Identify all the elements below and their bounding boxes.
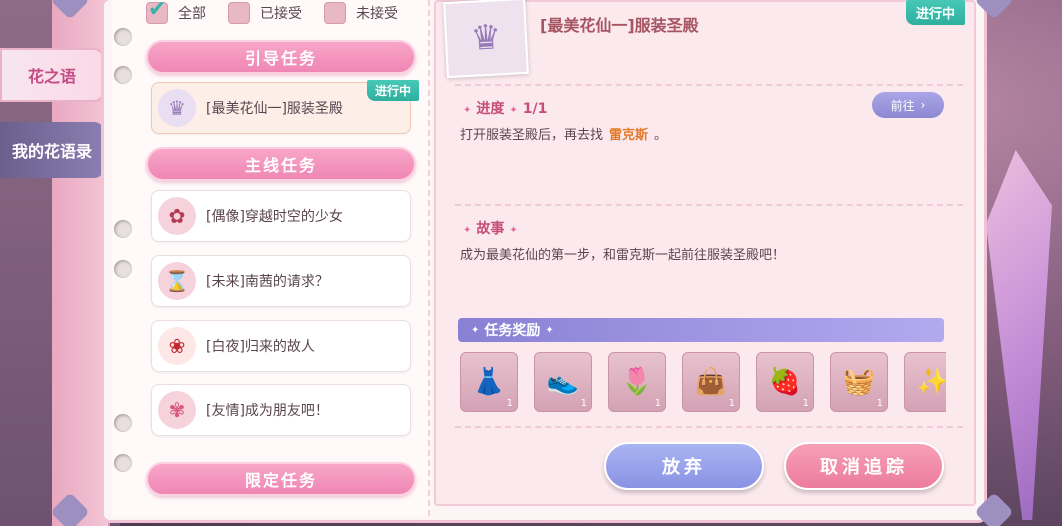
story-text: 成为最美花仙的第一步，和雷克斯一起前往服装圣殿吧！	[460, 248, 786, 263]
task-item-main[interactable]: ❀ [白夜]归来的故人	[151, 320, 411, 372]
crown-icon: ♛	[158, 89, 196, 127]
tab-my-flower-records[interactable]: 我的花语录	[0, 122, 104, 178]
rewards-label: 任务奖励	[484, 323, 541, 339]
divider	[455, 204, 963, 206]
section-guide[interactable]: 引导任务	[146, 40, 416, 74]
tulip-icon: 🌷	[620, 367, 654, 397]
task-title: [友情]成为朋友吧！	[206, 403, 329, 419]
checkbox-checked-icon[interactable]	[146, 0, 168, 24]
flower-icon: ✿	[158, 197, 196, 235]
task-item-main[interactable]: ✿ [偶像]穿越时空的少女	[151, 190, 411, 242]
story-label-text: 故事	[476, 221, 505, 237]
progress-text-end: 。	[654, 128, 668, 143]
reward-qty: 1	[580, 398, 587, 409]
section-limited[interactable]: 限定任务	[146, 462, 416, 496]
reward-item[interactable]: 👜 1	[682, 352, 740, 412]
hourglass-icon: ⌛	[158, 262, 196, 300]
filter-all[interactable]: 全部	[146, 0, 206, 24]
task-item-guide[interactable]: ♛ [最美花仙一]服装圣殿 进行中	[151, 80, 419, 134]
npc-name: 雷克斯	[609, 128, 649, 143]
untrack-button[interactable]: 取消追踪	[784, 442, 944, 490]
section-main[interactable]: 主线任务	[146, 147, 416, 181]
reward-item[interactable]: 🧺 1	[830, 352, 888, 412]
progress-label: ✦ 进度 ✦ 1/1	[458, 98, 547, 118]
ring-hole	[114, 454, 132, 472]
task-title: [未来]南茜的请求？	[206, 274, 329, 290]
chevron-right-icon: ›	[920, 98, 926, 112]
tab-flower-language[interactable]: 花之语	[0, 48, 104, 102]
task-title: [最美花仙一]服装圣殿	[206, 101, 343, 117]
rewards-header: ✦ 任务奖励 ✦	[458, 318, 944, 342]
star-icon: ✦	[545, 324, 554, 336]
star-icon: ✦	[463, 225, 472, 236]
reward-qty: 1	[728, 398, 735, 409]
task-item-main[interactable]: ✾ [友情]成为朋友吧！	[151, 384, 411, 436]
star-icon: ✦	[463, 105, 472, 116]
filter-label: 全部	[178, 6, 206, 22]
filter-label: 未接受	[356, 6, 398, 22]
goto-button[interactable]: 前往 ›	[872, 92, 944, 118]
reward-item[interactable]: 👗 1	[460, 352, 518, 412]
star-icon: ✦	[471, 324, 480, 336]
sparkle-icon: ✨	[916, 367, 946, 397]
story-label: ✦ 故事 ✦	[458, 218, 523, 238]
in-progress-badge: 进行中	[906, 0, 966, 25]
ring-hole	[114, 66, 132, 84]
ring-hole	[114, 220, 132, 238]
reward-item[interactable]: 🌷 1	[608, 352, 666, 412]
progress-label-text: 进度	[476, 101, 505, 117]
reward-item[interactable]: 🍓 1	[756, 352, 814, 412]
filter-accepted[interactable]: 已接受	[228, 2, 302, 24]
shoes-icon: 👟	[546, 367, 580, 397]
star-icon: ✦	[509, 105, 518, 116]
in-progress-badge: 进行中	[366, 80, 419, 101]
abandon-button[interactable]: 放弃	[604, 442, 764, 490]
strawberry-icon: 🍓	[768, 367, 802, 397]
reward-qty: 1	[654, 398, 661, 409]
reward-item[interactable]: 👟 1	[534, 352, 592, 412]
task-title: [白夜]归来的故人	[206, 339, 315, 355]
reward-list: 👗 1 👟 1 🌷 1 👜 1 🍓 1 🧺 1 ✨	[460, 352, 946, 412]
task-title: [偶像]穿越时空的少女	[206, 209, 343, 225]
reward-qty: 1	[876, 398, 883, 409]
filter-bar: 全部 已接受 未接受	[146, 0, 398, 24]
ring-hole	[114, 28, 132, 46]
reward-item[interactable]: ✨	[904, 352, 946, 412]
progress-description: 打开服装圣殿后，再去找 雷克斯。	[460, 124, 667, 143]
basket-icon: 🧺	[842, 367, 876, 397]
pink-flower-icon: ✾	[158, 391, 196, 429]
checkbox-icon[interactable]	[324, 2, 346, 24]
divider	[455, 84, 963, 86]
reward-qty: 1	[506, 398, 513, 409]
ring-hole	[114, 414, 132, 432]
progress-value: 1/1	[522, 101, 548, 117]
filter-label: 已接受	[260, 6, 302, 22]
dress-icon: 👗	[472, 367, 506, 397]
progress-text: 打开服装圣殿后，再去找	[460, 128, 604, 143]
task-item-main[interactable]: ⌛ [未来]南茜的请求？	[151, 255, 411, 307]
bag-icon: 👜	[694, 367, 728, 397]
detail-title: [最美花仙一]服装圣殿	[540, 16, 699, 35]
crown-icon: ♛	[443, 0, 529, 79]
red-flower-icon: ❀	[158, 327, 196, 365]
filter-not-accepted[interactable]: 未接受	[324, 2, 398, 24]
divider	[455, 426, 963, 428]
checkbox-icon[interactable]	[228, 2, 250, 24]
ring-hole	[114, 260, 132, 278]
reward-qty: 1	[802, 398, 809, 409]
goto-label: 前往	[890, 98, 915, 113]
star-icon: ✦	[509, 225, 518, 236]
